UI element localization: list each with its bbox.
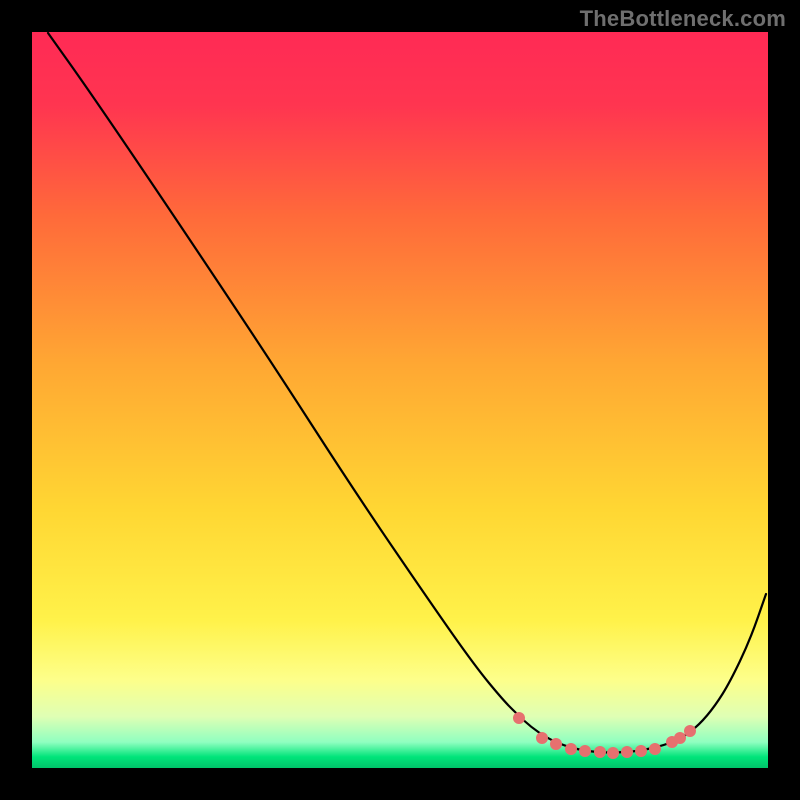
marker-dot — [550, 738, 562, 750]
chart-gradient-bg — [32, 32, 768, 768]
marker-dot — [594, 746, 606, 758]
marker-dot — [635, 745, 647, 757]
marker-dot — [621, 746, 633, 758]
marker-dot — [684, 725, 696, 737]
chart-svg — [0, 0, 800, 800]
marker-dot — [536, 732, 548, 744]
marker-dot — [649, 743, 661, 755]
marker-dot — [579, 745, 591, 757]
marker-dot — [513, 712, 525, 724]
watermark-text: TheBottleneck.com — [580, 6, 786, 32]
marker-dot — [565, 743, 577, 755]
marker-dot — [674, 732, 686, 744]
bottleneck-chart: TheBottleneck.com — [0, 0, 800, 800]
marker-dot — [607, 747, 619, 759]
